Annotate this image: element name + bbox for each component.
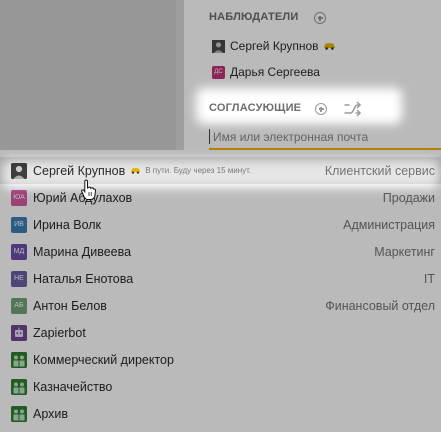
observers-heading: НАБЛЮДАТЕЛИ (209, 11, 299, 23)
observer-item[interactable]: Сергей Крупнов (212, 37, 336, 55)
suggestion-name: Наталья Енотова (33, 271, 134, 286)
participants-panel: НАБЛЮДАТЕЛИ Сергей Крупнов ДС Дарья Серг… (184, 0, 441, 150)
plus-circle-icon[interactable] (315, 103, 327, 115)
avatar: АБ (11, 297, 27, 314)
avatar: МД (11, 243, 27, 260)
suggestion-name: Марина Дивеева (33, 244, 132, 259)
shuffle-icon[interactable] (344, 101, 362, 122)
suggestion-name: Zapierbot (33, 325, 86, 340)
observer-name: Сергей Крупнов (230, 39, 319, 53)
suggestion-name: Ирина Волк (33, 217, 102, 232)
hand-cursor-icon (81, 179, 96, 200)
department-label: Финансовый отдел (325, 298, 435, 313)
suggestion-name: Коммерческий директор (33, 352, 174, 367)
car-icon (130, 167, 141, 174)
group-icon (11, 378, 27, 395)
suggestion-name: Казначейство (33, 379, 113, 394)
suggestion-name: Сергей Крупнов (33, 163, 126, 178)
list-item[interactable]: Zapierbot (0, 319, 441, 346)
robot-icon (11, 324, 27, 341)
department-label: Маркетинг (374, 244, 435, 259)
avatar: ИВ (11, 216, 27, 233)
person-photo-icon (11, 162, 27, 179)
department-label: Администрация (343, 217, 435, 232)
list-item[interactable]: Казначейство (0, 373, 441, 400)
observer-item[interactable]: ДС Дарья Сергеева (212, 63, 320, 81)
add-observer-icon[interactable] (314, 12, 326, 24)
department-label: Продажи (382, 190, 435, 205)
list-item[interactable]: НЕ Наталья Енотова IT (0, 265, 441, 292)
suggestions-dropdown: Сергей Крупнов В пути. Буду через 15 мин… (0, 157, 441, 432)
car-icon (323, 39, 336, 53)
input-focus-underline (209, 148, 441, 150)
group-icon (11, 351, 27, 368)
approvers-heading: СОГЛАСУЮЩИЕ (209, 102, 302, 114)
panel-divider (176, 0, 184, 150)
list-item[interactable]: МД Марина Дивеева Маркетинг (0, 238, 441, 265)
suggestion-name: Антон Белов (33, 298, 107, 313)
avatar: НЕ (11, 270, 27, 287)
list-item[interactable]: ЮА Юрий Абдулахов Продажи (0, 184, 441, 211)
list-item[interactable]: ИВ Ирина Волк Администрация (0, 211, 441, 238)
list-item[interactable]: Сергей Крупнов В пути. Буду через 15 мин… (0, 157, 441, 184)
department-label: Клиентский сервис (324, 163, 435, 178)
department-label: IT (423, 271, 435, 286)
avatar: ДС (212, 65, 225, 79)
left-panel-background (0, 0, 176, 150)
list-item[interactable]: Коммерческий директор (0, 346, 441, 373)
list-item[interactable]: АБ Антон Белов Финансовый отдел (0, 292, 441, 319)
suggestion-name: Архив (33, 406, 69, 421)
group-icon (11, 405, 27, 422)
person-photo-icon (212, 39, 225, 53)
avatar: ЮА (11, 189, 27, 206)
approver-search-input[interactable] (209, 126, 441, 148)
user-status-text: В пути. Буду через 15 минут. (145, 166, 252, 175)
observer-name: Дарья Сергеева (230, 65, 320, 79)
list-item[interactable]: Архив (0, 400, 441, 427)
